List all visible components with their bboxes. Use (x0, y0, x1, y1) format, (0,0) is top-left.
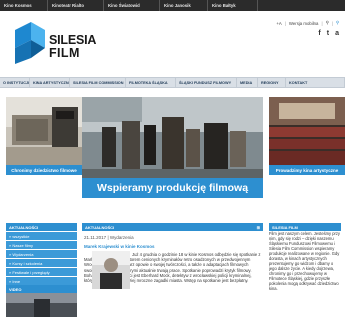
list-item[interactable]: » wszystkie (6, 232, 77, 241)
list-item[interactable]: » Festiwale i przeglądy (6, 268, 77, 277)
search-icon[interactable]: ⚲ (326, 20, 329, 26)
brand-name[interactable]: SILESIA FILM (49, 34, 96, 60)
cinema-link-kosmos[interactable]: Kino Kosmos (0, 0, 48, 11)
cinema-link-swiatowid[interactable]: Kino Światowid (104, 0, 160, 11)
utility-bar: +A | Wersja mobilna | ⚲ | ⚲ (276, 20, 339, 26)
social-links: f t a (318, 30, 339, 37)
article-image[interactable] (92, 251, 130, 289)
twitter-icon[interactable]: t (327, 30, 329, 37)
nav-item-filmoteka-slaska[interactable]: FILMOTEKA ŚLĄSKA (126, 78, 176, 88)
production-banner[interactable]: Wspieramy produkcję filmową (82, 97, 263, 198)
author-photo (92, 251, 130, 289)
brand-line-2: FILM (49, 46, 80, 60)
cinema-link-janosik[interactable]: Kino Janosik (160, 0, 208, 11)
mobile-version-link[interactable]: Wersja mobilna (289, 21, 319, 26)
news-category-list: » wszystkie » Nasze filmy » Wydarzenia »… (6, 232, 77, 286)
heritage-banner[interactable]: Chronimy dziedzictwo filmowe (6, 97, 82, 175)
nav-item-o-instytucji[interactable]: O INSTYTUCJI (0, 78, 30, 88)
separator: | (284, 20, 286, 26)
about-text: Film jest naszym celem. Jesteśmy przy ni… (269, 231, 340, 291)
video-thumbnail[interactable] (6, 293, 77, 317)
nav-item-kontakt[interactable]: KONTAKT (286, 78, 345, 88)
article-date: 21.11.2017 | Wydarzenia (84, 235, 134, 240)
nav-item-media[interactable]: MEDIA (237, 78, 258, 88)
article-header-title: AKTUALNOŚCI (85, 225, 115, 230)
banner-caption: Prowadzimy kina artystyczne (269, 165, 345, 175)
heritage-photo (6, 97, 82, 175)
cinema-link-baltyk[interactable]: Kino Bałtyk (208, 0, 258, 11)
article-header: AKTUALNOŚCI ⊞ (82, 223, 263, 231)
cinemas-banner[interactable]: Prowadzimy kina artystyczne (269, 97, 345, 175)
cinema-link-rialto[interactable]: Kinoteatr Rialto (48, 0, 104, 11)
cinema-bar: Kino Kosmos Kinoteatr Rialto Kino Świato… (0, 0, 345, 11)
article-title-link[interactable]: Marek Krajewski w kinie Kosmos (84, 244, 155, 249)
nav-item-kina-artystyczne[interactable]: KINA ARTYSTYCZNE (30, 78, 70, 88)
youtube-icon[interactable]: a (335, 30, 339, 37)
silesia-film-logo-icon[interactable] (13, 20, 47, 64)
facebook-icon[interactable]: f (318, 30, 320, 37)
nav-item-silesia-film-commission[interactable]: SILESIA FILM COMMISSION (70, 78, 126, 88)
search-icon[interactable]: ⚲ (336, 20, 339, 26)
about-box-header: SILESIA FILM (269, 223, 341, 231)
banner-caption: Wspieramy produkcję filmową (82, 178, 263, 198)
separator: | (331, 20, 333, 26)
main-nav: O INSTYTUCJI KINA ARTYSTYCZNE SILESIA FI… (0, 77, 345, 88)
video-preview (6, 293, 77, 317)
list-item[interactable]: » Kursy i szkolenia (6, 259, 77, 268)
separator: | (321, 20, 323, 26)
nav-item-regiony[interactable]: REGIONY (258, 78, 286, 88)
list-item[interactable]: » Nasze filmy (6, 241, 77, 250)
video-box-header: VIDEO (6, 285, 77, 293)
font-size-button[interactable]: +A (276, 21, 281, 26)
rss-icon[interactable]: ⊞ (257, 225, 260, 231)
cinema-hall-photo (269, 97, 345, 175)
list-item[interactable]: » Wydarzenia (6, 250, 77, 259)
news-box-header: AKTUALNOŚCI (6, 223, 77, 231)
banner-caption: Chronimy dziedzictwo filmowe (6, 165, 82, 175)
nav-item-slaski-fundusz-filmowy[interactable]: ŚLĄSKI FUNDUSZ FILMOWY (176, 78, 237, 88)
